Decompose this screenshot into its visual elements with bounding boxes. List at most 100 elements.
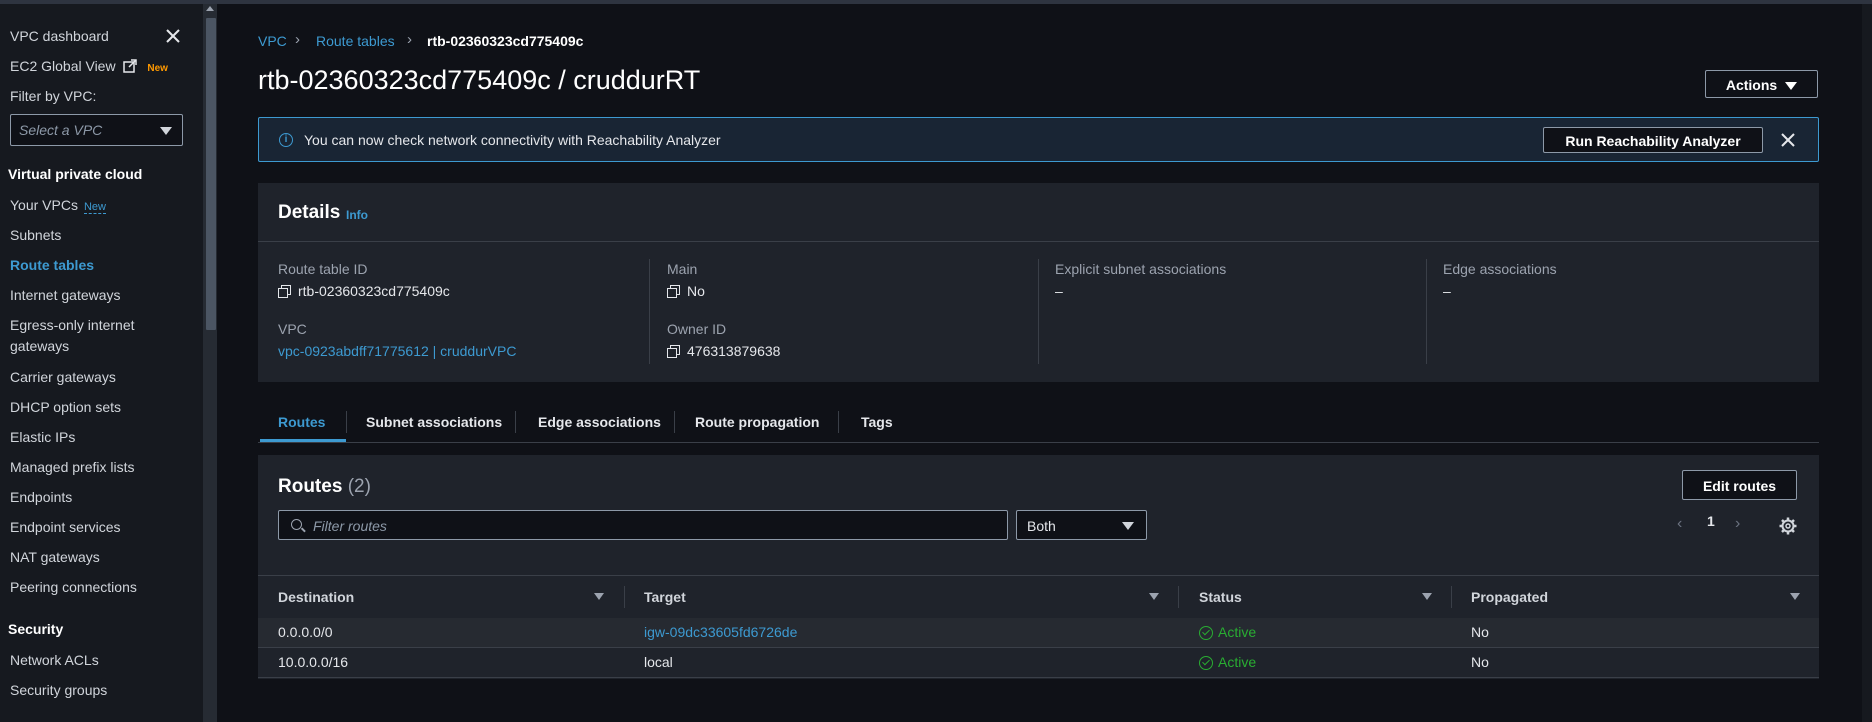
- sort-caret-icon[interactable]: [594, 593, 604, 600]
- section-security[interactable]: Security: [8, 621, 63, 637]
- route-target-link[interactable]: igw-09dc33605fd6726de: [644, 624, 797, 640]
- chevron-right-icon[interactable]: ›: [1735, 515, 1740, 533]
- run-reachability-analyzer-button[interactable]: Run Reachability Analyzer: [1543, 127, 1763, 153]
- sidebar-item-managed-prefix-lists[interactable]: Managed prefix lists: [10, 459, 135, 475]
- sidebar-item-internet-gateways[interactable]: Internet gateways: [10, 287, 121, 303]
- copy-icon[interactable]: [667, 285, 680, 298]
- sidebar-item-peering-connections[interactable]: Peering connections: [10, 579, 137, 595]
- sort-caret-icon[interactable]: [1149, 593, 1159, 600]
- info-link[interactable]: Info: [346, 208, 368, 222]
- sidebar-item-elastic-ips[interactable]: Elastic IPs: [10, 429, 75, 445]
- sidebar: VPC dashboard EC2 Global View New Filter…: [0, 4, 203, 722]
- owner-id-label: Owner ID: [667, 321, 727, 337]
- route-status: Active: [1199, 624, 1256, 640]
- column-separator[interactable]: [624, 586, 625, 608]
- sidebar-item-route-tables[interactable]: Route tables: [10, 257, 94, 273]
- scroll-up-arrow-icon[interactable]: [206, 6, 214, 11]
- breadcrumb-separator-icon: ›: [407, 31, 412, 48]
- owner-id-text: 476313879638: [687, 343, 781, 359]
- tab-edge-associations[interactable]: Edge associations: [538, 414, 661, 430]
- route-destination: 10.0.0.0/16: [278, 654, 349, 670]
- close-icon[interactable]: [163, 26, 183, 46]
- filter-by-vpc-label: Filter by VPC:: [10, 88, 97, 104]
- column-separator[interactable]: [1451, 586, 1452, 608]
- sort-caret-icon[interactable]: [1422, 593, 1432, 600]
- external-link-icon: [123, 59, 138, 73]
- page-number[interactable]: 1: [1707, 513, 1715, 529]
- route-destination: 0.0.0.0/0: [278, 624, 333, 640]
- chevron-left-icon[interactable]: ‹: [1677, 515, 1682, 533]
- page-title: rtb-02360323cd775409c / cruddurRT: [258, 65, 701, 95]
- section-virtual-private-cloud[interactable]: Virtual private cloud: [8, 166, 142, 182]
- column-header-propagated[interactable]: Propagated: [1471, 589, 1548, 605]
- sidebar-item-security-groups[interactable]: Security groups: [10, 682, 107, 698]
- sidebar-item-nat-gateways[interactable]: NAT gateways: [10, 549, 100, 565]
- sidebar-item-your-vpcs[interactable]: Your VPCs New: [10, 197, 106, 214]
- column-header-destination[interactable]: Destination: [278, 589, 354, 605]
- route-table-id-value: rtb-02360323cd775409c: [278, 283, 450, 299]
- sidebar-item-ec2-global-view[interactable]: EC2 Global View New: [10, 58, 168, 74]
- route-table-id-text: rtb-02360323cd775409c: [298, 283, 450, 299]
- sort-caret-icon[interactable]: [1790, 593, 1800, 600]
- vpc-label: VPC: [278, 321, 307, 337]
- route-target: local: [644, 654, 673, 670]
- tab-tags[interactable]: Tags: [861, 414, 893, 430]
- tab-separator: [838, 411, 839, 433]
- vpc-filter-placeholder: Select a VPC: [19, 122, 103, 138]
- route-status-text: Active: [1218, 654, 1257, 670]
- route-status-text: Active: [1218, 624, 1257, 640]
- copy-icon[interactable]: [278, 285, 291, 298]
- caret-down-icon: [1785, 82, 1798, 91]
- ec2-global-view-label: EC2 Global View: [10, 58, 116, 74]
- routes-panel: Routes (2) Edit routes Filter routes Bot…: [258, 455, 1819, 679]
- edge-associations-value: –: [1443, 283, 1451, 299]
- explicit-subnet-associations-value: –: [1055, 283, 1063, 299]
- sidebar-item-vpc-dashboard[interactable]: VPC dashboard: [10, 28, 109, 44]
- sidebar-item-egress-only-internet-gateways[interactable]: Egress-only internet: [10, 317, 135, 333]
- tab-routes[interactable]: Routes: [278, 414, 325, 430]
- edge-associations-label: Edge associations: [1443, 261, 1557, 277]
- sidebar-item-carrier-gateways[interactable]: Carrier gateways: [10, 369, 116, 385]
- copy-icon[interactable]: [667, 345, 680, 358]
- sidebar-item-egress-only-internet-gateways-line2[interactable]: gateways: [10, 338, 69, 354]
- sidebar-item-subnets[interactable]: Subnets: [10, 227, 61, 243]
- main-label: Main: [667, 261, 698, 277]
- sidebar-item-endpoints[interactable]: Endpoints: [10, 489, 72, 505]
- tab-route-propagation[interactable]: Route propagation: [695, 414, 819, 430]
- breadcrumb-current: rtb-02360323cd775409c: [427, 33, 584, 49]
- sidebar-scrollbar-thumb[interactable]: [206, 18, 216, 330]
- details-header: Details Info: [258, 183, 1819, 242]
- right-edge-panel: [1862, 4, 1872, 722]
- column-separator[interactable]: [1178, 586, 1179, 608]
- new-badge: New: [147, 63, 168, 74]
- column-header-target[interactable]: Target: [644, 589, 686, 605]
- column-divider: [649, 259, 650, 364]
- sidebar-item-dhcp-option-sets[interactable]: DHCP option sets: [10, 399, 121, 415]
- owner-id-value: 476313879638: [667, 343, 780, 359]
- breadcrumb-route-tables[interactable]: Route tables: [316, 33, 395, 49]
- routes-count: (2): [347, 476, 371, 497]
- sidebar-item-endpoint-services[interactable]: Endpoint services: [10, 519, 121, 535]
- your-vpcs-label: Your VPCs: [10, 197, 78, 213]
- table-row[interactable]: 0.0.0.0/0 igw-09dc33605fd6726de Active N…: [258, 618, 1819, 648]
- filter-routes-input[interactable]: Filter routes: [278, 510, 1008, 540]
- route-type-select[interactable]: Both: [1016, 510, 1147, 540]
- details-panel: Details Info Route table ID rtb-02360323…: [258, 183, 1819, 382]
- details-title: Details: [278, 202, 341, 223]
- tab-subnet-associations[interactable]: Subnet associations: [366, 414, 502, 430]
- check-circle-icon: [1199, 626, 1213, 640]
- column-divider: [1426, 259, 1427, 364]
- actions-button[interactable]: Actions: [1705, 70, 1818, 98]
- column-header-status[interactable]: Status: [1199, 589, 1242, 605]
- vpc-link[interactable]: vpc-0923abdff71775612 | cruddurVPC: [278, 343, 516, 359]
- vpc-filter-select[interactable]: Select a VPC: [10, 114, 183, 146]
- sidebar-item-network-acls[interactable]: Network ACLs: [10, 652, 99, 668]
- close-icon[interactable]: [1781, 133, 1795, 147]
- settings-gear-icon[interactable]: [1779, 517, 1797, 535]
- edit-routes-button[interactable]: Edit routes: [1682, 470, 1797, 500]
- actions-label: Actions: [1725, 77, 1778, 93]
- breadcrumb-vpc[interactable]: VPC: [258, 33, 287, 49]
- caret-down-icon: [160, 127, 172, 135]
- route-propagated: No: [1471, 654, 1489, 670]
- table-row[interactable]: 10.0.0.0/16 local Active No: [258, 648, 1819, 678]
